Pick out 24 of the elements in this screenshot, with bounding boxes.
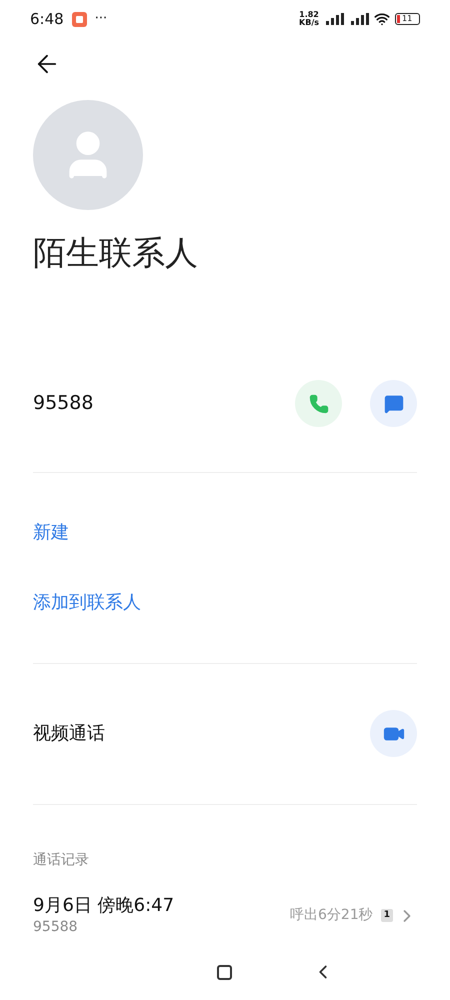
wifi-icon: [374, 11, 390, 27]
action-link[interactable]: 添加到联系人: [33, 590, 417, 614]
message-button[interactable]: [370, 380, 417, 427]
action-link[interactable]: 新建: [33, 520, 417, 544]
call-log-entry[interactable]: 9月6日 傍晚6:47 95588 呼出6分21秒 1: [0, 894, 450, 936]
home-button[interactable]: [216, 964, 232, 980]
app-notification-icon: [72, 12, 87, 26]
battery-icon: 11: [395, 13, 420, 25]
call-log-heading: 通话记录: [33, 852, 89, 868]
call-detail: 呼出6分21秒: [290, 906, 373, 925]
video-call-button[interactable]: [370, 710, 417, 757]
message-icon: [384, 394, 404, 414]
phone-icon: [308, 394, 328, 414]
network-speed: 1.82 KB/s: [299, 11, 319, 27]
sim-badge: 1: [380, 908, 393, 922]
phone-number: 95588: [33, 391, 94, 416]
call-number: 95588: [33, 918, 79, 936]
signal-icon: [324, 13, 344, 25]
contact-name: 陌生联系人: [33, 232, 199, 274]
call-date: 9月6日 傍晚6:47: [33, 894, 176, 916]
video-call-label: 视频通话: [33, 722, 106, 746]
more-notifications: ···: [94, 10, 108, 28]
signal-icon: [349, 13, 369, 25]
status-time: 6:48: [30, 8, 64, 30]
